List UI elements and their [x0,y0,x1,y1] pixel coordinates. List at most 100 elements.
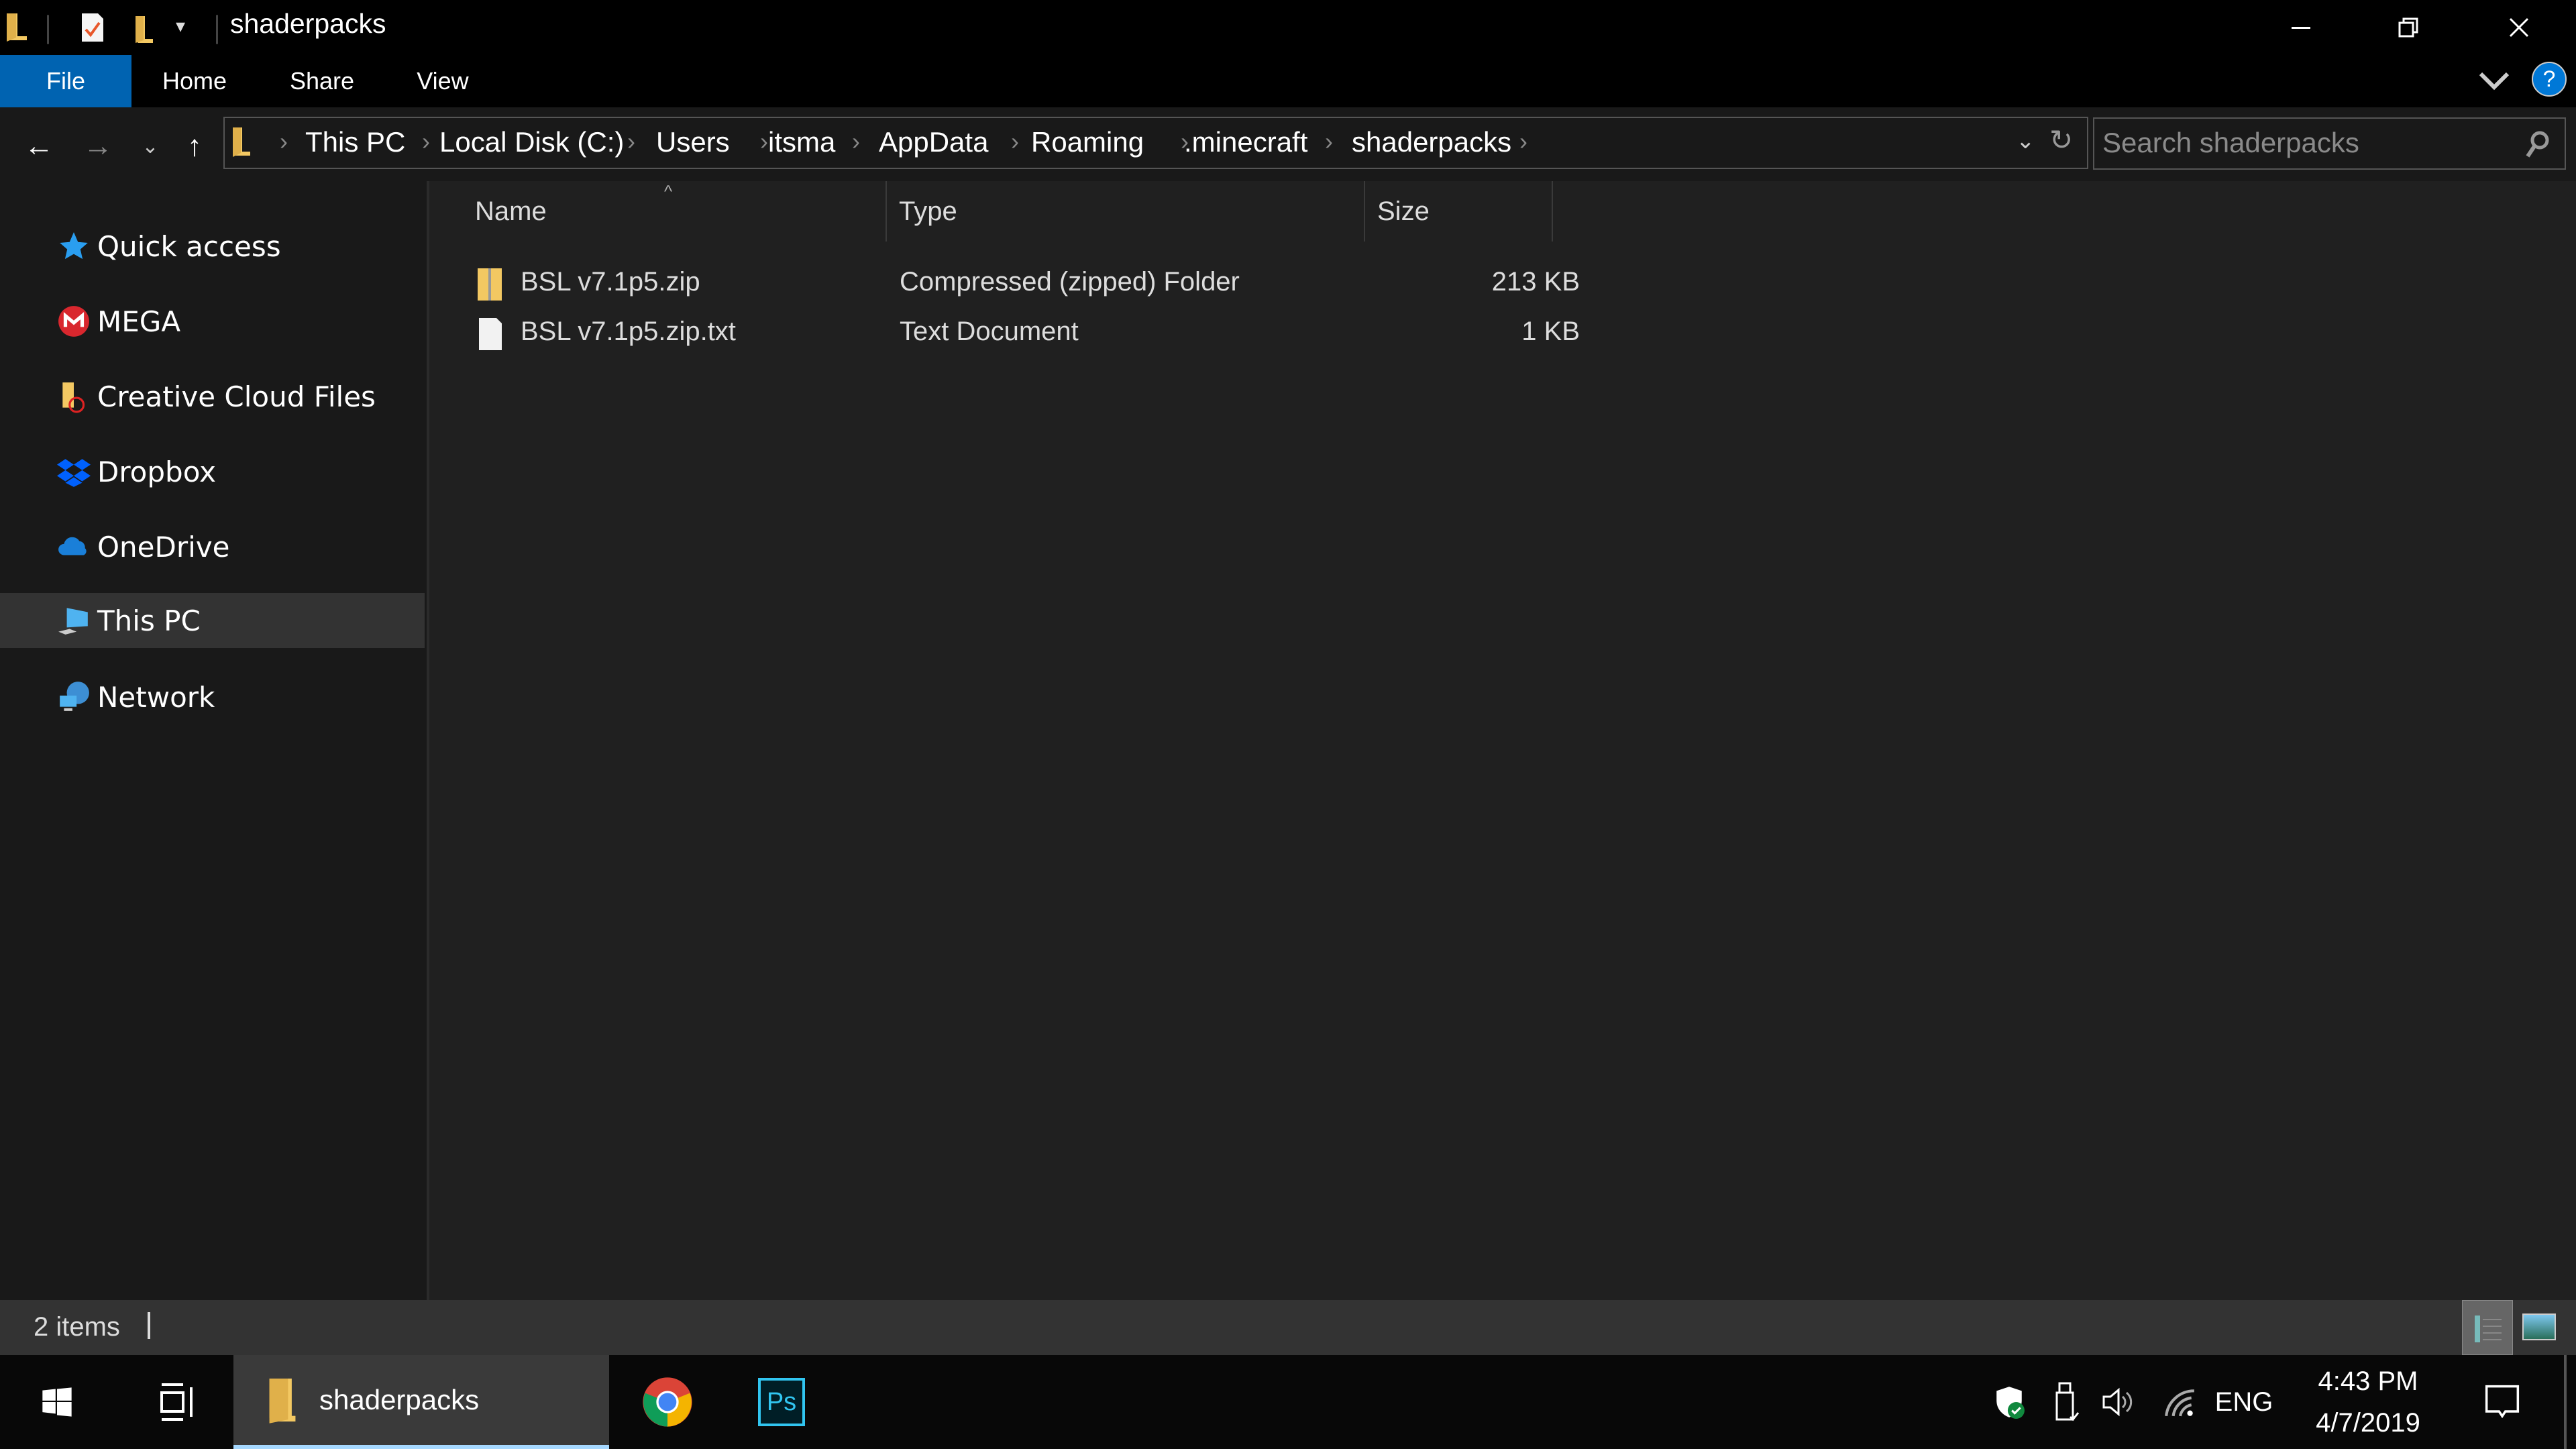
column-header-type[interactable]: Type [899,181,1301,241]
usb-drive-icon [2055,1382,2080,1421]
back-button[interactable]: ← [20,127,58,165]
network-tray-icon[interactable] [2157,1355,2204,1449]
windows-logo-icon [42,1387,72,1417]
usb-tray-icon[interactable] [2043,1355,2090,1449]
task-view-button[interactable] [122,1355,236,1449]
breadcrumb-roaming[interactable]: Roaming [1031,126,1144,158]
sidebar-item-creative-cloud[interactable]: Creative Cloud Files [0,369,425,424]
sidebar-item-quick-access[interactable]: Quick access [0,219,425,274]
details-view-button[interactable] [2462,1300,2513,1355]
up-button[interactable]: ↑ [176,127,213,165]
creative-cloud-folder-icon [55,378,93,415]
back-arrow-icon: ← [24,129,54,162]
breadcrumb-appdata[interactable]: AppData [879,126,988,158]
language-indicator[interactable]: ENG [2210,1355,2277,1449]
file-name: BSL v7.1p5.zip.txt [521,317,736,346]
file-name: BSL v7.1p5.zip [521,267,700,297]
speaker-icon [2102,1387,2133,1417]
file-list: ^ Name Type Size BSL v7.1p5.zip Compress… [429,181,2576,1300]
clock-date: 4/7/2019 [2316,1408,2420,1438]
toolbar-separator [216,15,218,44]
volume-tray-icon[interactable] [2096,1355,2143,1449]
file-row[interactable]: BSL v7.1p5.zip Compressed (zipped) Folde… [456,260,1580,307]
mega-icon [55,303,93,340]
sidebar-item-dropbox[interactable]: Dropbox [0,444,425,499]
zip-folder-icon [478,268,502,301]
toolbar-separator [47,15,49,44]
breadcrumb-separator: › [1011,127,1019,155]
navigation-bar: ← → ⌄ ↑ › This PC › Local Disk (C:) › Us… [0,107,2576,181]
minimize-button[interactable] [2251,0,2351,55]
breadcrumb-itsma[interactable]: itsma [768,126,835,158]
chrome-icon [643,1377,692,1427]
new-folder-icon[interactable] [131,12,156,43]
photoshop-icon: Ps [758,1378,805,1426]
column-separator[interactable] [1552,181,1553,241]
file-type: Text Document [900,317,1079,346]
taskbar-app-file-explorer[interactable]: shaderpacks [233,1355,609,1449]
title-bar: ▾ shaderpacks [0,0,2576,55]
column-separator[interactable] [1364,181,1365,241]
sidebar-item-mega[interactable]: MEGA [0,294,425,349]
column-header-name[interactable]: Name [475,181,904,241]
status-separator [148,1312,150,1339]
breadcrumb-local-disk[interactable]: Local Disk (C:) [439,126,624,158]
search-input[interactable]: Search shaderpacks [2093,117,2566,170]
tab-home[interactable]: Home [148,55,241,107]
notifications-icon [2485,1385,2520,1419]
breadcrumb-this-pc[interactable]: This PC [305,126,405,158]
properties-icon[interactable] [79,12,106,43]
clock[interactable]: 4:43 PM 4/7/2019 [2294,1355,2442,1449]
file-explorer-icon [269,1379,296,1424]
folder-icon[interactable] [5,12,30,43]
breadcrumb-users[interactable]: Users [656,126,730,158]
refresh-icon[interactable]: ↻ [2049,123,2073,156]
restore-button[interactable] [2358,0,2459,55]
tab-file[interactable]: File [0,55,131,107]
dropbox-icon [55,453,93,490]
action-center-button[interactable] [2469,1355,2536,1449]
tab-share[interactable]: Share [275,55,369,107]
taskbar: shaderpacks Ps ENG 4:43 PM 4/7/2019 [0,1355,2576,1449]
security-tray-icon[interactable] [1986,1355,2033,1449]
file-size: 1 KB [1521,317,1580,346]
breadcrumb-separator: › [1519,127,1527,155]
taskbar-app-chrome[interactable] [617,1355,718,1449]
sidebar-item-network[interactable]: Network [0,669,425,724]
star-icon [55,227,93,265]
network-icon [55,678,93,716]
task-view-icon [160,1383,193,1421]
chevron-down-icon [2479,72,2510,91]
tab-view[interactable]: View [399,55,486,107]
breadcrumb-separator: › [1325,127,1333,155]
chevron-down-icon: ⌄ [142,135,159,158]
taskbar-app-photoshop[interactable]: Ps [731,1355,832,1449]
sidebar-item-onedrive[interactable]: OneDrive [0,519,425,574]
close-button[interactable] [2469,0,2569,55]
start-button[interactable] [0,1355,114,1449]
search-icon [2526,131,2549,158]
address-bar[interactable]: › This PC › Local Disk (C:) › Users › it… [223,117,2088,169]
file-type: Compressed (zipped) Folder [900,267,1240,297]
expand-ribbon-button[interactable] [2475,64,2513,98]
customize-dropdown-icon[interactable]: ▾ [176,15,185,37]
column-separator[interactable] [885,181,887,241]
recent-locations-button[interactable]: ⌄ [131,127,169,165]
large-icons-view-button[interactable] [2522,1313,2556,1340]
file-row[interactable]: BSL v7.1p5.zip.txt Text Document 1 KB [456,310,1580,357]
forward-button[interactable]: → [79,127,117,165]
restore-icon [2398,17,2418,38]
taskbar-app-label: shaderpacks [319,1384,480,1415]
folder-icon [233,127,250,157]
breadcrumb-minecraft[interactable]: .minecraft [1184,126,1307,158]
show-desktop-button[interactable] [2564,1355,2567,1449]
breadcrumb-separator: › [422,127,430,155]
address-history-dropdown[interactable]: ⌄ [2016,127,2035,154]
breadcrumb-separator: › [280,127,288,155]
breadcrumb-shaderpacks[interactable]: shaderpacks [1352,126,1511,158]
close-icon [2509,17,2529,38]
help-button[interactable]: ? [2532,62,2567,97]
column-header-size[interactable]: Size [1377,181,1545,241]
sidebar-item-this-pc[interactable]: This PC [0,593,425,648]
file-size: 213 KB [1491,267,1580,297]
